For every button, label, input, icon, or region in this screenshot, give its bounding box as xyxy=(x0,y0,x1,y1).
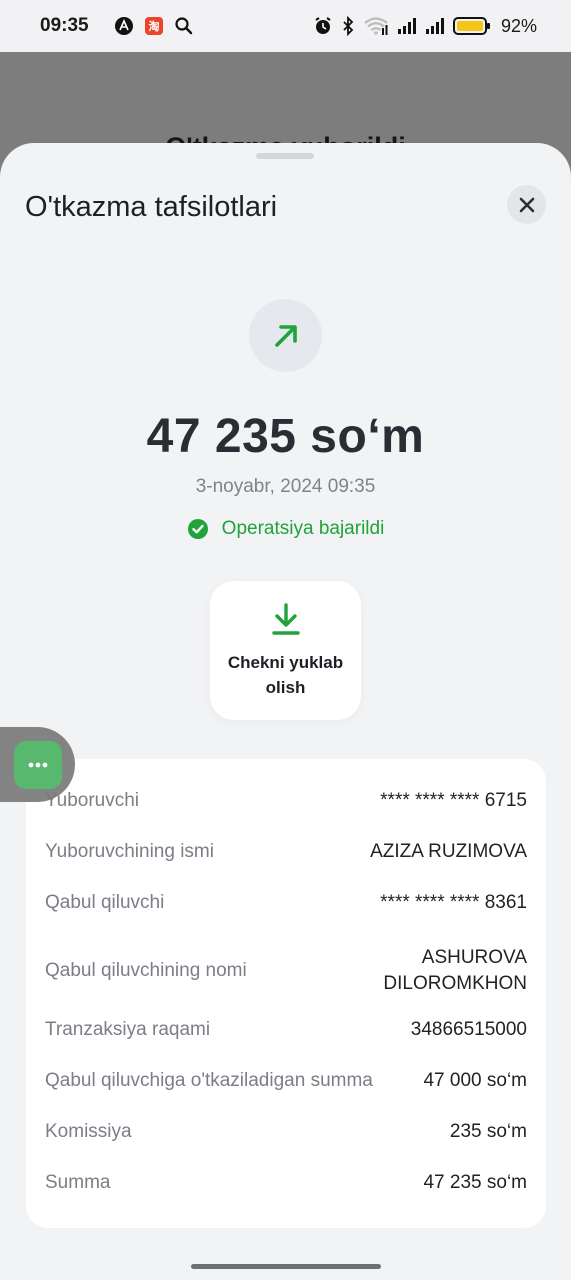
detail-value: ASHUROVA DILOROMKHON xyxy=(383,946,527,994)
detail-row-sender-name: Yuboruvchining ismi AZIZA RUZIMOVA xyxy=(26,841,546,863)
close-icon xyxy=(518,196,536,214)
svg-text:淘: 淘 xyxy=(149,19,160,33)
status-bar: 09:35 淘 92% xyxy=(0,0,571,52)
transfer-direction-badge xyxy=(249,299,322,372)
download-receipt-label: Chekni yuklab olish xyxy=(227,653,344,697)
download-icon xyxy=(271,602,301,636)
battery-icon xyxy=(452,16,491,36)
detail-row-recipient-name: Qabul qiluvchining nomi ASHUROVA DILOROM… xyxy=(26,943,546,998)
detail-value: **** **** **** 8361 xyxy=(380,892,527,913)
detail-label: Qabul qiluvchi xyxy=(45,892,165,913)
detail-value: **** **** **** 6715 xyxy=(380,790,527,811)
detail-row-sender: Yuboruvchi **** **** **** 6715 xyxy=(26,790,546,812)
search-icon xyxy=(174,16,194,36)
transfer-amount: 47 235 so‘m xyxy=(146,410,425,463)
detail-label: Qabul qiluvchining nomi xyxy=(45,959,247,981)
detail-value: 235 so‘m xyxy=(449,1121,527,1142)
signal-icon xyxy=(397,17,417,35)
download-receipt-button[interactable]: Chekni yuklab olish xyxy=(210,581,361,720)
sheet-title: O'tkazma tafsilotlari xyxy=(25,191,278,223)
alarm-icon xyxy=(313,16,333,36)
check-circle-icon xyxy=(187,518,209,540)
transfer-details-card: Yuboruvchi **** **** **** 6715 Yuboruvch… xyxy=(26,759,546,1228)
detail-label: Tranzaksiya raqami xyxy=(45,1019,211,1040)
bluetooth-icon xyxy=(341,16,355,36)
detail-row-commission: Komissiya 235 so‘m xyxy=(26,1121,546,1143)
close-button[interactable] xyxy=(507,185,546,224)
detail-row-recipient: Qabul qiluvchi **** **** **** 8361 xyxy=(26,892,546,914)
outgoing-arrow-icon xyxy=(272,322,300,350)
app-a-icon xyxy=(114,16,134,36)
taobao-app-icon: 淘 xyxy=(144,16,164,36)
transfer-details-sheet: O'tkazma tafsilotlari 47 235 so‘m 3-noya… xyxy=(0,143,571,1280)
detail-value: AZIZA RUZIMOVA xyxy=(370,841,527,862)
detail-label: Yuboruvchining ismi xyxy=(45,841,214,862)
detail-label: Summa xyxy=(45,1172,111,1193)
detail-row-total: Summa 47 235 so‘m xyxy=(26,1172,546,1194)
detail-value: 47 235 so‘m xyxy=(423,1172,527,1193)
detail-label: Qabul qiluvchiga o'tkaziladigan summa xyxy=(45,1070,373,1091)
status-text: Operatsiya bajarildi xyxy=(221,518,385,539)
home-indicator[interactable] xyxy=(191,1264,381,1269)
detail-value: 47 000 so‘m xyxy=(423,1070,527,1091)
status-time: 09:35 xyxy=(40,15,89,36)
detail-value: 34866515000 xyxy=(410,1019,527,1040)
detail-row-recipient-amount: Qabul qiluvchiga o'tkaziladigan summa 47… xyxy=(26,1070,546,1092)
detail-row-transaction-id: Tranzaksiya raqami 34866515000 xyxy=(26,1019,546,1041)
battery-percent: 92% xyxy=(500,15,537,36)
wifi-icon xyxy=(363,16,389,36)
sheet-drag-handle[interactable] xyxy=(256,153,314,159)
transfer-datetime: 3-noyabr, 2024 09:35 xyxy=(195,476,376,497)
more-dots-icon xyxy=(27,761,49,769)
floating-assistant-button[interactable] xyxy=(14,741,62,789)
transfer-status: Operatsiya bajarildi xyxy=(0,518,571,540)
signal-icon xyxy=(425,17,445,35)
detail-label: Komissiya xyxy=(45,1121,132,1142)
